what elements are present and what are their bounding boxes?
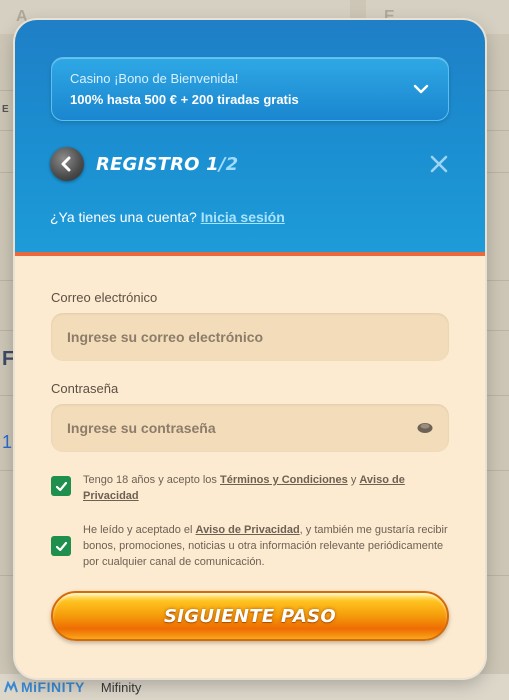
login-prompt: ¿Ya tienes una cuenta? Inicia sesión [50,209,285,225]
password-label: Contraseña [51,381,119,396]
eye-icon[interactable] [417,422,433,434]
email-field[interactable] [67,329,433,345]
mifinity-logo-text: MiFINITY [21,679,85,695]
chevron-down-icon[interactable] [412,80,430,98]
marketing-text: He leído y aceptado el Aviso de Privacid… [83,522,449,570]
next-step-label: SIGUIENTE PASO [164,605,336,627]
close-icon[interactable] [429,154,449,174]
check-icon [55,481,67,491]
mifinity-logo: MiFINITY [4,679,85,695]
login-link[interactable]: Inicia sesión [201,209,285,225]
bonus-title: Casino ¡Bono de Bienvenida! [70,71,239,86]
privacy-link[interactable]: Aviso de Privacidad [196,524,300,536]
background-letter: F [2,348,15,370]
registration-modal: Casino ¡Bono de Bienvenida! 100% hasta 5… [15,20,485,678]
consent-text: y [350,474,357,486]
background-letter: E [2,104,9,115]
age-terms-checkbox[interactable] [51,476,71,496]
email-label: Correo electrónico [51,290,158,305]
marketing-checkbox[interactable] [51,536,71,556]
consent-text: He leído y aceptado el [83,524,193,536]
step-separator: / [218,154,226,175]
age-terms-consent: Tengo 18 años y acepto los Términos y Co… [51,472,449,504]
step-title-label: REGISTRO 1 [96,154,219,175]
email-field-wrapper [51,313,449,361]
password-field[interactable] [67,420,417,436]
step-total: 2 [225,154,239,175]
age-terms-text: Tengo 18 años y acepto los Términos y Co… [83,472,449,504]
password-field-wrapper [51,404,449,452]
mifinity-logo-icon [4,681,18,693]
back-button[interactable] [50,147,84,181]
terms-link[interactable]: Términos y Condiciones [220,474,348,486]
bonus-offer: 100% hasta 500 € + 200 tiradas gratis [70,92,299,107]
welcome-bonus-dropdown[interactable]: Casino ¡Bono de Bienvenida! 100% hasta 5… [51,57,449,121]
check-icon [55,541,67,551]
step-title: REGISTRO 1/2 [96,154,238,175]
marketing-consent: He leído y aceptado el Aviso de Privacid… [51,522,449,570]
consent-text: Tengo 18 años y acepto los [83,474,217,486]
next-step-button[interactable]: SIGUIENTE PASO [51,591,449,641]
arrow-left-icon [61,156,71,172]
background-letter: 1 [2,432,13,452]
modal-header: Casino ¡Bono de Bienvenida! 100% hasta 5… [15,20,485,256]
login-question: ¿Ya tienes una cuenta? [50,209,197,225]
payment-method-name: Mifinity [100,679,142,695]
